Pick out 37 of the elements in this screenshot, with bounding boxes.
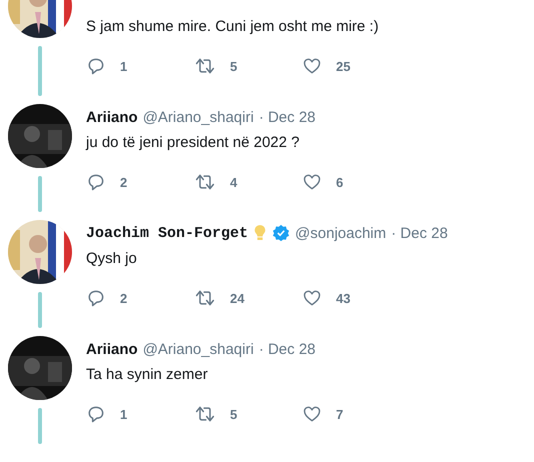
tweet-date[interactable]: · Dec 28: [258, 108, 316, 126]
tweet-date[interactable]: · Dec 28: [258, 340, 316, 358]
user-handle[interactable]: @Ariano_shaqiri: [142, 340, 254, 358]
like-button[interactable]: 43: [302, 288, 410, 308]
reply-button[interactable]: 2: [86, 172, 194, 192]
heart-icon: [302, 288, 322, 308]
user-handle[interactable]: @sonjoachim: [295, 224, 386, 242]
reply-button[interactable]: 2: [86, 288, 194, 308]
author-name[interactable]: Ariiano: [86, 108, 138, 126]
tweet-text: ju do të jeni president në 2022 ?: [86, 133, 300, 153]
user-handle[interactable]: @Ariano_shaqiri: [142, 108, 254, 126]
retweet-icon: [194, 404, 216, 424]
heart-icon: [302, 404, 322, 424]
retweet-button[interactable]: 5: [194, 56, 302, 76]
tweet-text: S jam shume mire. Cuni jem osht me mire :): [86, 17, 380, 37]
tweet-text: Qysh jo: [86, 249, 138, 269]
like-button[interactable]: 6: [302, 172, 410, 192]
author-name[interactable]: Joachim Son-Forget: [86, 224, 248, 242]
retweet-button[interactable]: 5: [194, 404, 302, 424]
tweet-text: Ta ha synin zemer: [86, 365, 209, 385]
retweet-icon: [194, 56, 216, 76]
reply-icon: [86, 404, 106, 424]
retweet-button[interactable]: 24: [194, 288, 302, 308]
reply-button[interactable]: 1: [86, 56, 194, 76]
retweet-icon: [194, 172, 216, 192]
retweet-icon: [194, 288, 216, 308]
like-button[interactable]: 25: [302, 56, 410, 76]
author-name[interactable]: Ariiano: [86, 340, 138, 358]
tweet-date[interactable]: · Dec 28: [391, 224, 448, 242]
reply-icon: [86, 288, 106, 308]
retweet-button[interactable]: 4: [194, 172, 302, 192]
reply-button[interactable]: 1: [86, 404, 194, 424]
heart-icon: [302, 172, 322, 192]
heart-icon: [302, 56, 322, 76]
reply-icon: [86, 172, 106, 192]
like-button[interactable]: 7: [302, 404, 410, 424]
reply-icon: [86, 56, 106, 76]
